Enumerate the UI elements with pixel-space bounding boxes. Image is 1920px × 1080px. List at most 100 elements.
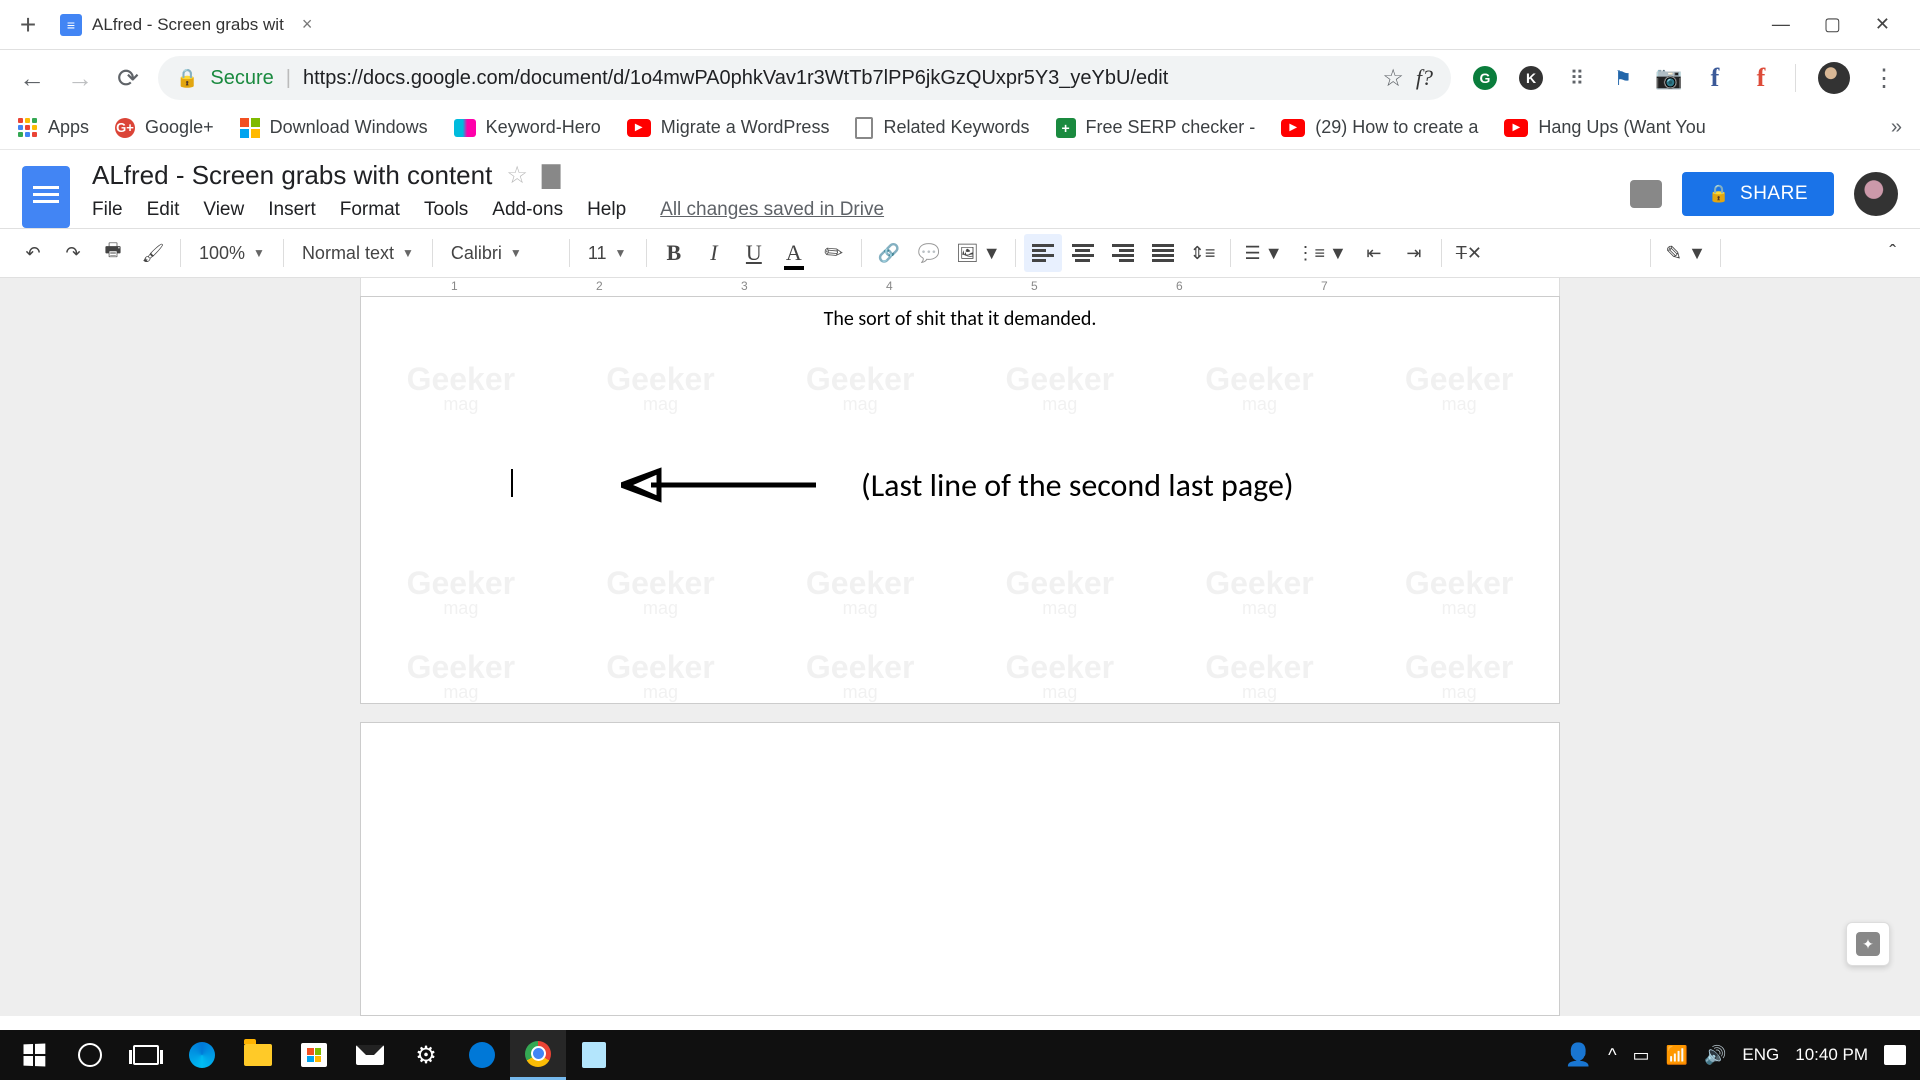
notepad-taskbar-icon[interactable] xyxy=(566,1030,622,1080)
share-button[interactable]: 🔒 SHARE xyxy=(1682,172,1834,216)
document-title[interactable]: ALfred - Screen grabs with content xyxy=(92,160,492,191)
apps-bookmark[interactable]: Apps xyxy=(18,117,89,138)
grammarly-icon[interactable]: G xyxy=(1473,66,1497,90)
edge-taskbar-icon[interactable] xyxy=(174,1030,230,1080)
redo-button[interactable]: ↷ xyxy=(54,234,92,272)
screenshot-icon[interactable]: 📷 xyxy=(1657,66,1681,90)
save-status[interactable]: All changes saved in Drive xyxy=(660,199,884,221)
cortana-app-icon[interactable] xyxy=(454,1030,510,1080)
extension-grid-icon[interactable]: ⠿ xyxy=(1565,66,1589,90)
align-right-button[interactable] xyxy=(1104,234,1142,272)
settings-taskbar-icon[interactable]: ⚙ xyxy=(398,1030,454,1080)
googleplus-bookmark[interactable]: G+ Google+ xyxy=(115,117,214,138)
url-input[interactable]: 🔒 Secure | https://docs.google.com/docum… xyxy=(158,56,1451,100)
star-document-icon[interactable]: ☆ xyxy=(506,161,528,190)
hangups-bookmark[interactable]: ▶ Hang Ups (Want You xyxy=(1504,117,1705,138)
store-taskbar-icon[interactable] xyxy=(286,1030,342,1080)
document-text-line[interactable]: The sort of shit that it demanded. xyxy=(361,307,1559,331)
font-select[interactable]: Calibri ▼ xyxy=(441,234,561,272)
forward-button[interactable]: → xyxy=(62,60,98,96)
extension-k-icon[interactable]: K xyxy=(1519,66,1543,90)
text-color-button[interactable]: A xyxy=(775,234,813,272)
italic-button[interactable]: I xyxy=(695,234,733,272)
print-button[interactable]: 🖶 xyxy=(94,234,132,272)
cortana-button[interactable] xyxy=(62,1030,118,1080)
indent-button[interactable]: ⇥ xyxy=(1395,234,1433,272)
wifi-icon[interactable]: 📶 xyxy=(1666,1045,1688,1066)
related-keywords-bookmark[interactable]: Related Keywords xyxy=(855,117,1029,139)
migrate-wp-bookmark[interactable]: ▶ Migrate a WordPress xyxy=(627,117,830,138)
battery-icon[interactable]: ▭ xyxy=(1633,1045,1650,1066)
facebook-icon[interactable]: f xyxy=(1703,66,1727,90)
people-icon[interactable]: 👤 xyxy=(1565,1042,1592,1068)
new-tab-button[interactable]: + xyxy=(10,7,46,43)
link-button[interactable]: 🔗 xyxy=(870,234,908,272)
zoom-select[interactable]: 100% ▼ xyxy=(189,234,275,272)
highlight-button[interactable]: ✎ xyxy=(815,234,853,272)
outdent-button[interactable]: ⇤ xyxy=(1355,234,1393,272)
serp-checker-bookmark[interactable]: + Free SERP checker - xyxy=(1056,117,1256,138)
line-spacing-button[interactable]: ⇕≡ xyxy=(1184,234,1222,272)
style-select[interactable]: Normal text ▼ xyxy=(292,234,424,272)
clock[interactable]: 10:40 PM xyxy=(1795,1045,1868,1065)
menu-addons[interactable]: Add-ons xyxy=(492,199,563,221)
howto-bookmark[interactable]: ▶ (29) How to create a xyxy=(1281,117,1478,138)
bulleted-list-button[interactable]: ⋮≡▼ xyxy=(1291,234,1353,272)
tray-chevron-icon[interactable]: ^ xyxy=(1608,1045,1616,1066)
minimize-icon[interactable]: ― xyxy=(1772,14,1790,35)
explorer-taskbar-icon[interactable] xyxy=(230,1030,286,1080)
comment-button[interactable]: 💬 xyxy=(910,234,948,272)
page-second-last[interactable]: The sort of shit that it demanded. Geeke… xyxy=(360,296,1560,704)
extension-f-icon[interactable]: f xyxy=(1749,66,1773,90)
close-tab-icon[interactable]: × xyxy=(302,14,313,35)
editing-mode-button[interactable]: ✎▼ xyxy=(1659,234,1712,272)
align-left-button[interactable] xyxy=(1024,234,1062,272)
page-last[interactable] xyxy=(360,722,1560,1016)
underline-button[interactable]: U xyxy=(735,234,773,272)
bookmarks-overflow-icon[interactable]: » xyxy=(1891,116,1902,139)
volume-icon[interactable]: 🔊 xyxy=(1704,1045,1726,1066)
paint-format-button[interactable]: 🖌 xyxy=(134,234,172,272)
profile-avatar[interactable] xyxy=(1818,62,1850,94)
extension-flag-icon[interactable]: ⚑ xyxy=(1611,66,1635,90)
numbered-list-button[interactable]: ☰▼ xyxy=(1239,234,1289,272)
task-view-button[interactable] xyxy=(118,1030,174,1080)
keyword-hero-bookmark[interactable]: Keyword-Hero xyxy=(454,117,601,138)
download-windows-bookmark[interactable]: Download Windows xyxy=(240,117,428,138)
menu-help[interactable]: Help xyxy=(587,199,626,221)
explore-button[interactable]: ✦ xyxy=(1846,922,1890,966)
image-button[interactable]: 🖼▼ xyxy=(950,234,1007,272)
align-center-button[interactable] xyxy=(1064,234,1102,272)
user-avatar[interactable] xyxy=(1854,172,1898,216)
mail-taskbar-icon[interactable] xyxy=(342,1030,398,1080)
language-indicator[interactable]: ENG xyxy=(1742,1045,1779,1065)
font-extension-icon[interactable]: f? xyxy=(1416,65,1433,91)
browser-tab[interactable]: ≡ ALfred - Screen grabs wit × xyxy=(46,5,326,45)
menu-format[interactable]: Format xyxy=(340,199,400,221)
menu-tools[interactable]: Tools xyxy=(424,199,468,221)
bookmark-star-icon[interactable]: ☆ xyxy=(1382,64,1404,93)
clear-format-button[interactable]: T✕ xyxy=(1450,234,1488,272)
chrome-menu-icon[interactable]: ⋮ xyxy=(1872,66,1896,90)
ruler[interactable]: 1 2 3 4 5 6 7 xyxy=(360,278,1560,296)
chrome-taskbar-icon[interactable] xyxy=(510,1030,566,1080)
document-canvas[interactable]: The sort of shit that it demanded. Geeke… xyxy=(0,296,1920,1016)
bold-button[interactable]: B xyxy=(655,234,693,272)
comments-icon[interactable] xyxy=(1630,180,1662,208)
menu-insert[interactable]: Insert xyxy=(268,199,316,221)
move-folder-icon[interactable]: ▇ xyxy=(542,161,560,190)
back-button[interactable]: ← xyxy=(14,60,50,96)
menu-view[interactable]: View xyxy=(203,199,244,221)
start-button[interactable] xyxy=(6,1030,62,1080)
undo-button[interactable]: ↶ xyxy=(14,234,52,272)
close-window-icon[interactable]: ✕ xyxy=(1875,14,1890,35)
menu-edit[interactable]: Edit xyxy=(147,199,180,221)
reload-button[interactable]: ⟳ xyxy=(110,60,146,96)
menu-file[interactable]: File xyxy=(92,199,123,221)
notifications-icon[interactable] xyxy=(1884,1045,1906,1065)
docs-logo-icon[interactable] xyxy=(22,166,70,228)
collapse-toolbar-icon[interactable]: ˆ xyxy=(1889,242,1906,265)
size-select[interactable]: 11 ▼ xyxy=(578,234,638,272)
align-justify-button[interactable] xyxy=(1144,234,1182,272)
maximize-icon[interactable]: ▢ xyxy=(1824,14,1841,35)
